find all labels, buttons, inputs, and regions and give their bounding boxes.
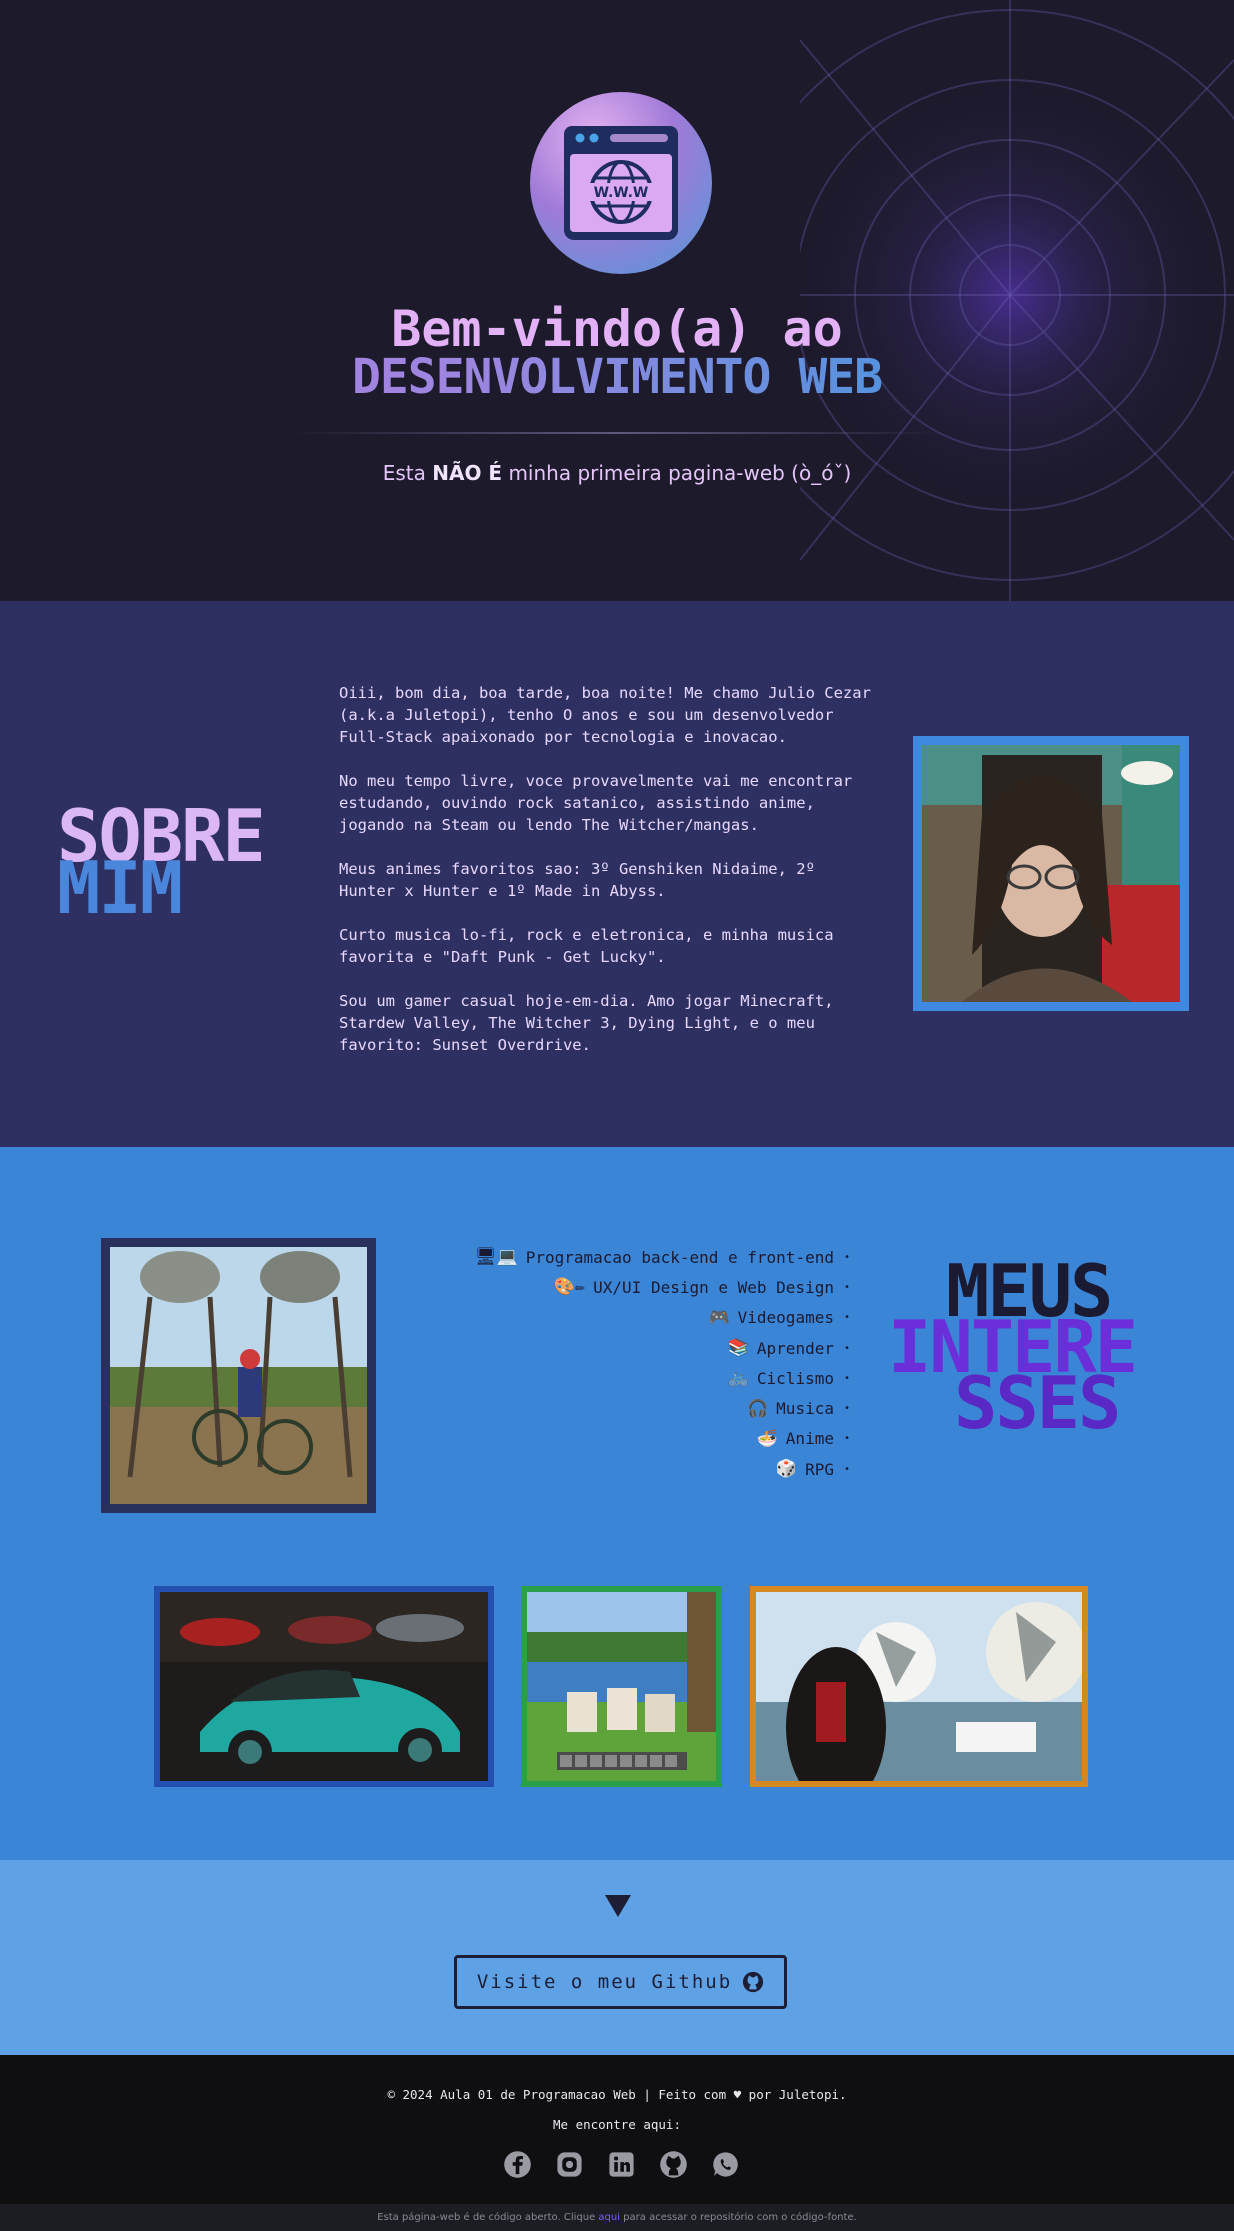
list-item: 🎨✏ UX/UI Design e Web Design • xyxy=(553,1277,850,1298)
github-link[interactable] xyxy=(659,2150,688,2179)
list-item: 🎧 Musica • xyxy=(747,1398,850,1419)
hero-divider xyxy=(290,432,945,434)
about-paragraph: Meus animes favoritos sao: 3º Genshiken … xyxy=(339,860,815,900)
spiderweb-decoration xyxy=(800,0,1234,601)
linkedin-link[interactable] xyxy=(607,2150,636,2179)
list-item: 🎮 Videogames • xyxy=(708,1307,850,1328)
svg-text:W.W.W: W.W.W xyxy=(594,185,649,201)
about-text: Oiii, bom dia, boa tarde, boa noite! Me … xyxy=(339,682,879,1078)
footer-find-me: Me encontre aqui: xyxy=(553,2117,681,2132)
about-paragraph: Oiii, bom dia, boa tarde, boa noite! Me … xyxy=(339,684,871,746)
headphones-icon: 🎧 xyxy=(747,1398,769,1419)
whatsapp-icon xyxy=(713,2152,738,2177)
list-item: 📚 Aprender • xyxy=(727,1338,850,1359)
cycling-photo xyxy=(101,1238,376,1513)
linkedin-icon xyxy=(609,2152,634,2177)
subtitle-emphasis: NÃO É xyxy=(432,461,503,485)
about-heading-word2: MIM xyxy=(57,846,183,930)
page-title: Bem-vindo(a) ao DESENVOLVIMENTO WEB xyxy=(0,300,1234,401)
source-notice: Esta página-web é de código aberto. Cliq… xyxy=(0,2204,1234,2231)
list-item: 🚲 Ciclismo • xyxy=(727,1368,850,1389)
github-icon xyxy=(660,2151,687,2178)
browser-globe-icon: W.W.W xyxy=(564,126,678,240)
gamepad-icon: 🎮 xyxy=(708,1307,730,1328)
gallery-image-minecraft xyxy=(521,1586,722,1787)
interests-list: 🖥💻 Programacao back-end e front-end • 🎨✏ UX… xyxy=(420,1242,850,1484)
github-button[interactable]: Visite o meu Github xyxy=(454,1955,787,2009)
facebook-icon xyxy=(504,2151,531,2178)
web-logo: W.W.W xyxy=(530,92,712,274)
bicycle-icon: 🚲 xyxy=(727,1368,749,1389)
about-paragraph: Curto musica lo-fi, rock e eletronica, e… xyxy=(339,926,834,966)
title-line-1: Bem-vindo(a) ao xyxy=(391,300,843,358)
dice-icon: 🎲 xyxy=(775,1459,798,1480)
social-links xyxy=(503,2150,740,2179)
books-icon: 📚 xyxy=(727,1338,749,1359)
list-item: 🍜 Anime • xyxy=(756,1428,850,1449)
whatsapp-link[interactable] xyxy=(711,2150,740,2179)
noodles-icon: 🍜 xyxy=(756,1428,778,1449)
arrow-down-icon xyxy=(605,1895,631,1917)
instagram-icon xyxy=(557,2152,582,2177)
github-icon xyxy=(743,1971,764,1993)
gallery-image-sunset-overdrive xyxy=(750,1586,1088,1787)
palette-pencil-icon: 🎨✏ xyxy=(553,1277,586,1298)
interests-heading-word3: SSES xyxy=(954,1361,1121,1445)
gallery-image-car xyxy=(154,1586,494,1787)
computer-icon: 🖥💻 xyxy=(474,1247,518,1268)
title-line-2: DESENVOLVIMENTO WEB xyxy=(0,353,1234,401)
instagram-link[interactable] xyxy=(555,2150,584,2179)
about-paragraph: No meu tempo livre, voce provavelmente v… xyxy=(339,772,853,834)
hero-section: W.W.W Bem-vindo(a) ao DESENVOLVIMENTO WE… xyxy=(0,0,1234,601)
profile-photo xyxy=(913,736,1189,1011)
list-item: 🖥💻 Programacao back-end e front-end • xyxy=(474,1247,850,1268)
list-item: 🎲 RPG • xyxy=(775,1459,850,1480)
about-paragraph: Sou um gamer casual hoje-em-dia. Amo jog… xyxy=(339,992,834,1054)
facebook-link[interactable] xyxy=(503,2150,532,2179)
repository-link[interactable]: aqui xyxy=(598,2212,620,2223)
hero-subtitle: Esta NÃO É minha primeira pagina-web (ò_… xyxy=(382,461,852,485)
github-button-label: Visite o meu Github xyxy=(476,1971,733,1993)
footer-copyright: © 2024 Aula 01 de Programacao Web | Feit… xyxy=(387,2087,847,2102)
